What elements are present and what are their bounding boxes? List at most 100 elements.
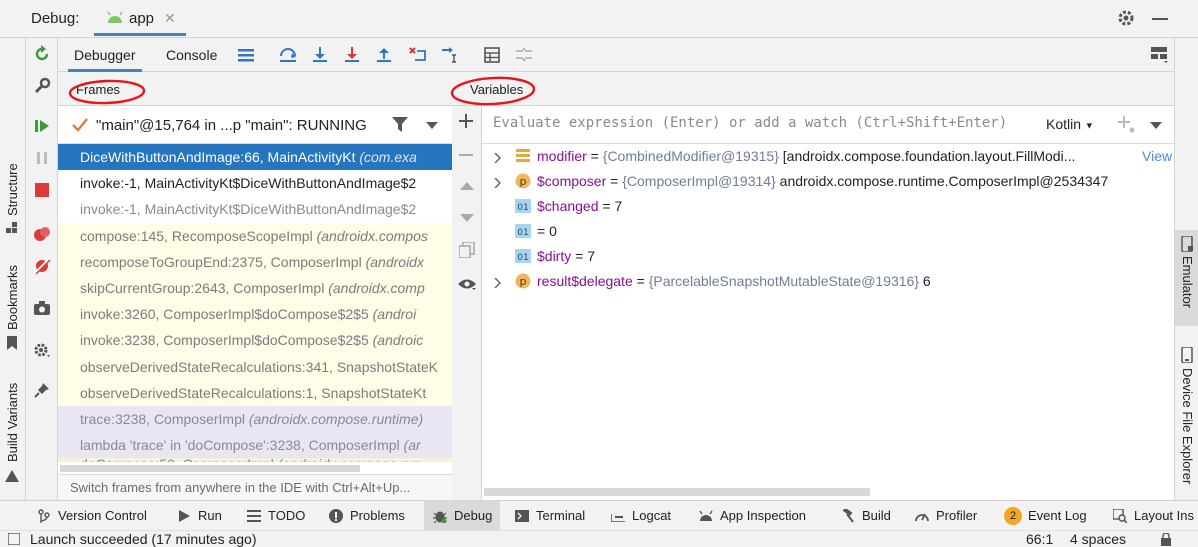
frame-row[interactable]: invoke:3260, ComposerImpl$doCompose$2$5 … (58, 301, 452, 328)
filter-icon[interactable] (392, 117, 408, 133)
language-selector[interactable]: Kotlin ▼ (1046, 116, 1094, 132)
eye-icon[interactable] (458, 278, 476, 290)
debug-button[interactable]: Debug (424, 501, 501, 531)
problems-button[interactable]: Problems (328, 501, 405, 531)
frame-row[interactable]: recomposeToGroupEnd:2375, ComposerImpl (… (58, 248, 452, 275)
view-link[interactable]: View (1142, 144, 1172, 169)
step-over-icon[interactable] (278, 45, 298, 65)
structure-tool-button[interactable]: Structure (5, 163, 20, 216)
emulator-label: Emulator (1180, 256, 1195, 309)
run-to-cursor-icon[interactable] (440, 45, 460, 65)
app-inspection-button[interactable]: App Inspection (698, 501, 806, 531)
wrench-icon[interactable] (32, 76, 52, 96)
evaluate-expression-icon[interactable] (482, 45, 502, 65)
layout-settings-icon[interactable] (1150, 45, 1170, 65)
rerun-icon[interactable] (32, 44, 52, 64)
bottom-tool-window-bar: Version Control Run TODO Problems Debug … (0, 500, 1198, 531)
frame-row[interactable]: compose:145, RecomposeScopeImpl (android… (58, 222, 452, 249)
tab-app[interactable]: app ✕ (94, 6, 186, 36)
frame-row[interactable]: invoke:-1, MainActivityKt$DiceWithButton… (58, 170, 452, 197)
view-breakpoints-icon[interactable] (32, 224, 52, 244)
logcat-button[interactable]: Logcat (610, 501, 671, 531)
force-step-into-icon[interactable] (342, 45, 362, 65)
minimize-icon[interactable] (1152, 18, 1168, 20)
drop-frame-icon[interactable] (408, 45, 428, 65)
evaluate-expression-field[interactable]: Evaluate expression (Enter) or add a wat… (482, 106, 1174, 144)
svg-text:01: 01 (517, 203, 528, 213)
device-file-explorer-label: Device File Explorer (1180, 368, 1195, 485)
stop-icon[interactable] (32, 180, 52, 200)
step-into-icon[interactable] (310, 45, 330, 65)
build-variants-tool-button[interactable]: Build Variants (5, 383, 20, 462)
red-annotation-circle-variables (448, 74, 538, 108)
caret-position[interactable]: 66:1 (1026, 531, 1053, 547)
play-icon (176, 508, 192, 524)
move-up-icon[interactable] (460, 182, 474, 190)
expand-arrow-icon[interactable] (494, 153, 501, 163)
frames-list: DiceWithButtonAndImage:66, MainActivityK… (58, 144, 452, 474)
step-out-icon[interactable] (374, 45, 394, 65)
expand-arrow-icon[interactable] (494, 278, 501, 288)
close-tab-icon[interactable]: ✕ (164, 10, 176, 27)
resume-program-icon[interactable] (32, 116, 52, 136)
camera-icon[interactable] (32, 298, 52, 318)
settings-icon[interactable] (32, 340, 52, 360)
thread-selector[interactable]: "main"@15,764 in ...p "main": RUNNING (58, 106, 452, 144)
add-to-watches-icon[interactable] (1118, 116, 1136, 134)
frames-horizontal-scrollbar[interactable] (60, 465, 360, 472)
frames-hint: Switch frames from anywhere in the IDE w… (58, 474, 452, 500)
todo-button[interactable]: TODO (246, 501, 305, 531)
lock-icon[interactable] (1160, 533, 1172, 546)
frame-row[interactable]: DiceWithButtonAndImage:66, MainActivityK… (58, 144, 452, 171)
build-button[interactable]: Build (840, 501, 891, 531)
settings-gear-icon[interactable] (1117, 9, 1135, 27)
indent-setting[interactable]: 4 spaces (1070, 531, 1126, 547)
show-execution-point-icon[interactable] (236, 45, 256, 65)
profiler-button[interactable]: Profiler (914, 501, 977, 531)
tab-debugger[interactable]: Debugger (68, 38, 142, 72)
variables-horizontal-scrollbar[interactable] (484, 488, 870, 496)
parameter-icon: p (515, 273, 531, 289)
debug-label: Debug: (31, 10, 80, 27)
problems-icon (328, 508, 344, 524)
move-down-icon[interactable] (460, 214, 474, 222)
event-log-button[interactable]: 2 Event Log (1004, 501, 1087, 531)
trace-current-stream-icon[interactable] (514, 45, 534, 65)
svg-text:p: p (520, 275, 527, 288)
variable-text: $changed = 7 (537, 198, 623, 214)
frame-row[interactable]: invoke:3238, ComposerImpl$doCompose$2$5 … (58, 327, 452, 354)
status-message[interactable]: Launch succeeded (17 minutes ago) (30, 531, 256, 547)
copy-icon[interactable] (459, 242, 475, 258)
frame-row[interactable]: lambda 'trace' in 'doCompose':3238, Comp… (58, 432, 452, 459)
terminal-button[interactable]: Terminal (514, 501, 585, 531)
variables-tree: modifier = {CombinedModifier@19315} [and… (482, 144, 1174, 484)
expand-arrow-icon[interactable] (494, 178, 501, 188)
expand-dropdown-icon[interactable] (1150, 122, 1162, 129)
list-icon (246, 508, 262, 524)
pause-program-icon[interactable] (32, 148, 52, 168)
logcat-icon (610, 508, 626, 524)
tab-console[interactable]: Console (160, 38, 223, 72)
chevron-down-icon[interactable] (426, 122, 438, 129)
bookmark-icon (7, 336, 17, 350)
frame-row[interactable]: skipCurrentGroup:2643, ComposerImpl (and… (58, 274, 452, 302)
variables-header: Variables (450, 72, 1174, 106)
watches-toolbar (452, 106, 482, 500)
frame-row[interactable]: trace:3238, ComposerImpl (androidx.compo… (58, 405, 452, 433)
layout-inspector-button[interactable]: Layout Ins (1112, 501, 1194, 531)
build-variants-icon (5, 470, 19, 482)
left-tool-strip: Structure Bookmarks Build Variants (0, 38, 26, 500)
version-control-button[interactable]: Version Control (36, 501, 147, 531)
device-file-explorer-tool-button[interactable]: Device File Explorer (1175, 344, 1198, 494)
frame-row[interactable]: invoke:-1, MainActivityKt$DiceWithButton… (58, 196, 452, 223)
emulator-tool-button[interactable]: Emulator (1175, 230, 1198, 326)
frame-row[interactable]: observeDerivedStateRecalculations:341, S… (58, 353, 452, 380)
mute-breakpoints-icon[interactable] (32, 256, 52, 276)
pin-icon[interactable] (32, 380, 52, 400)
bookmarks-tool-button[interactable]: Bookmarks (5, 265, 20, 330)
run-button[interactable]: Run (176, 501, 222, 531)
remove-watch-icon[interactable] (459, 153, 473, 157)
add-watch-icon[interactable] (459, 114, 473, 128)
frame-row[interactable]: observeDerivedStateRecalculations:1, Sna… (58, 379, 452, 406)
tab-console-label: Console (166, 47, 218, 63)
